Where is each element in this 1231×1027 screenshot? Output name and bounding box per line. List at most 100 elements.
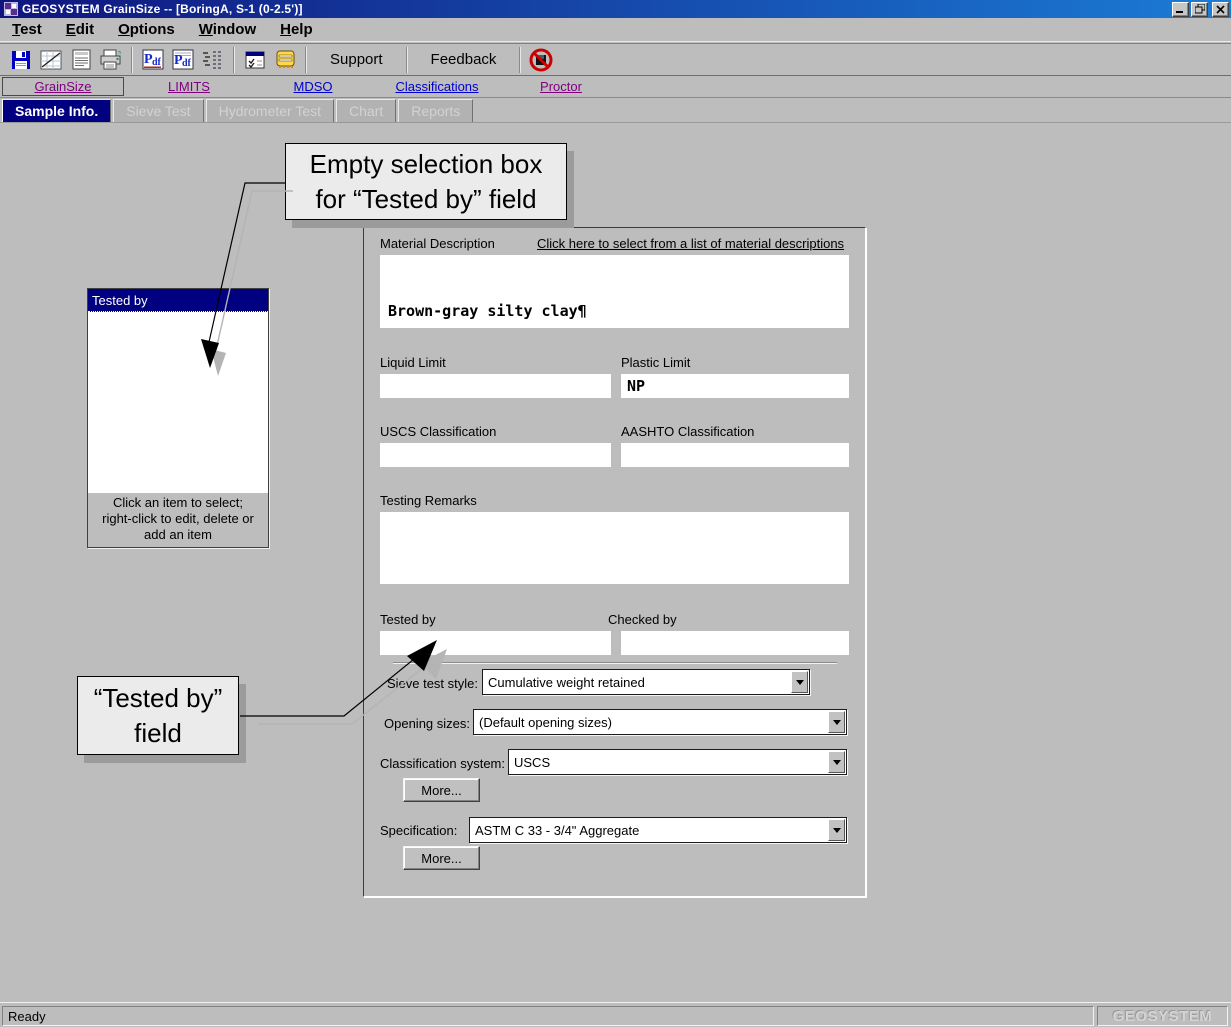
no-save-button[interactable] xyxy=(527,46,555,74)
checked-by-input[interactable] xyxy=(621,631,849,655)
module-link-mdso[interactable]: MDSO xyxy=(251,77,375,96)
opening-sizes-label: Opening sizes: xyxy=(370,716,470,731)
classification-system-select[interactable]: USCS xyxy=(508,749,847,775)
sieve-chart-button[interactable] xyxy=(37,46,65,74)
print-button[interactable] xyxy=(97,46,125,74)
options-window-button[interactable] xyxy=(241,46,269,74)
toolbar-separator xyxy=(131,47,133,73)
report-button[interactable] xyxy=(67,46,95,74)
opening-sizes-select[interactable]: (Default opening sizes) xyxy=(473,709,847,735)
brand-cell: GEOSYSTEM xyxy=(1097,1006,1228,1026)
tested-by-listbox[interactable]: Tested by Click an item to select; right… xyxy=(87,288,269,548)
application-window: GEOSYSTEM GrainSize -- [BoringA, S-1 (0-… xyxy=(0,0,1231,1027)
sieve-test-style-select[interactable]: Cumulative weight retained xyxy=(482,669,810,695)
feedback-button[interactable]: Feedback xyxy=(413,51,515,68)
brand-label: GEOSYSTEM xyxy=(1103,1008,1222,1025)
material-description-input[interactable]: Brown-gray silty clay¶ (Strain at peak).… xyxy=(380,255,849,328)
restore-icon xyxy=(1195,4,1205,14)
opening-sizes-icon xyxy=(201,48,225,72)
caption-line: right-click to edit, delete or xyxy=(88,511,268,527)
menu-options[interactable]: Options xyxy=(106,19,187,40)
classification-more-button[interactable]: More... xyxy=(403,778,480,802)
callout-line: Empty selection box xyxy=(310,147,543,182)
minimize-button[interactable] xyxy=(1172,2,1189,17)
opening-sizes-button[interactable] xyxy=(199,46,227,74)
caption-line: Click an item to select; xyxy=(88,495,268,511)
toolbar-separator xyxy=(233,47,235,73)
toolbar-separator xyxy=(406,47,408,73)
tab-sieve-test[interactable]: Sieve Test xyxy=(113,99,203,122)
testing-remarks-label: Testing Remarks xyxy=(380,493,477,508)
menu-test[interactable]: Test xyxy=(0,19,54,40)
opening-sizes-value: (Default opening sizes) xyxy=(474,715,827,730)
sieve-test-style-label: Sieve test style: xyxy=(383,676,478,691)
menu-window[interactable]: Window xyxy=(187,19,268,40)
report-icon xyxy=(70,48,93,71)
pdf-report-icon: P df xyxy=(171,48,195,72)
tab-chart[interactable]: Chart xyxy=(336,99,396,122)
classification-system-label: Classification system: xyxy=(368,756,505,771)
save-button[interactable] xyxy=(7,46,35,74)
save-icon xyxy=(10,49,32,71)
menu-edit[interactable]: Edit xyxy=(54,19,106,40)
specification-more-button[interactable]: More... xyxy=(403,846,480,870)
tab-strip: Sample Info. Sieve Test Hydrometer Test … xyxy=(0,99,1231,123)
caption-line: add an item xyxy=(88,527,268,543)
dropdown-arrow-icon[interactable] xyxy=(828,819,845,841)
specification-select[interactable]: ASTM C 33 - 3/4" Aggregate xyxy=(469,817,847,843)
support-button[interactable]: Support xyxy=(312,51,401,68)
specification-label: Specification: xyxy=(380,823,457,838)
close-icon xyxy=(1216,5,1225,14)
menu-help[interactable]: Help xyxy=(268,19,325,40)
material-description-line: Brown-gray silty clay¶ xyxy=(388,301,841,322)
print-icon xyxy=(99,48,123,72)
tab-sample-info[interactable]: Sample Info. xyxy=(2,99,111,122)
toolbar: P df P df xyxy=(0,43,1231,76)
close-button[interactable] xyxy=(1212,2,1229,17)
aashto-classification-input[interactable] xyxy=(621,443,849,467)
aashto-classification-label: AASHTO Classification xyxy=(621,424,754,439)
svg-text:df: df xyxy=(182,58,192,69)
sieve-chart-icon xyxy=(39,48,63,72)
dropdown-arrow-icon[interactable] xyxy=(791,671,808,693)
options-window-icon xyxy=(244,49,266,71)
section-divider xyxy=(393,662,837,664)
uscs-classification-input[interactable] xyxy=(380,443,611,467)
dropdown-arrow-icon[interactable] xyxy=(828,711,845,733)
status-message: Ready xyxy=(2,1006,1094,1026)
tested-by-input[interactable] xyxy=(380,631,611,655)
testing-remarks-input[interactable] xyxy=(380,512,849,584)
tested-by-listbox-header: Tested by xyxy=(88,289,268,312)
module-link-proctor[interactable]: Proctor xyxy=(499,77,623,96)
classification-system-value: USCS xyxy=(509,755,827,770)
callout-empty-selection-box: Empty selection box for “Tested by” fiel… xyxy=(285,143,567,220)
toolbar-separator xyxy=(305,47,307,73)
pdf-report-button[interactable]: P df xyxy=(169,46,197,74)
window-title: GEOSYSTEM GrainSize -- [BoringA, S-1 (0-… xyxy=(22,2,303,16)
module-link-limits[interactable]: LIMITS xyxy=(127,77,251,96)
status-bar: Ready GEOSYSTEM xyxy=(0,1002,1231,1027)
plastic-limit-label: Plastic Limit xyxy=(621,355,690,370)
callout-line: for “Tested by” field xyxy=(315,182,536,217)
tested-by-listbox-caption: Click an item to select; right-click to … xyxy=(88,493,268,547)
uscs-classification-label: USCS Classification xyxy=(380,424,496,439)
checked-by-label: Checked by xyxy=(608,612,677,627)
database-button[interactable] xyxy=(271,46,299,74)
tab-hydrometer-test[interactable]: Hydrometer Test xyxy=(206,99,334,122)
tab-reports[interactable]: Reports xyxy=(398,99,473,122)
plastic-limit-input[interactable]: NP xyxy=(621,374,849,398)
app-icon xyxy=(4,2,18,16)
pdf-export-button[interactable]: P df xyxy=(139,46,167,74)
sieve-test-style-value: Cumulative weight retained xyxy=(483,675,790,690)
restore-button[interactable] xyxy=(1191,2,1208,17)
minimize-icon xyxy=(1176,5,1185,14)
material-description-link[interactable]: Click here to select from a list of mate… xyxy=(537,236,844,251)
title-bar: GEOSYSTEM GrainSize -- [BoringA, S-1 (0-… xyxy=(0,0,1231,18)
svg-text:df: df xyxy=(152,57,162,68)
liquid-limit-input[interactable] xyxy=(380,374,611,398)
module-link-classifications[interactable]: Classifications xyxy=(375,77,499,96)
dropdown-arrow-icon[interactable] xyxy=(828,751,845,773)
tested-by-listbox-body[interactable] xyxy=(88,312,268,493)
module-link-grainsize[interactable]: GrainSize xyxy=(2,77,124,96)
menu-bar: Test Edit Options Window Help xyxy=(0,18,1231,42)
